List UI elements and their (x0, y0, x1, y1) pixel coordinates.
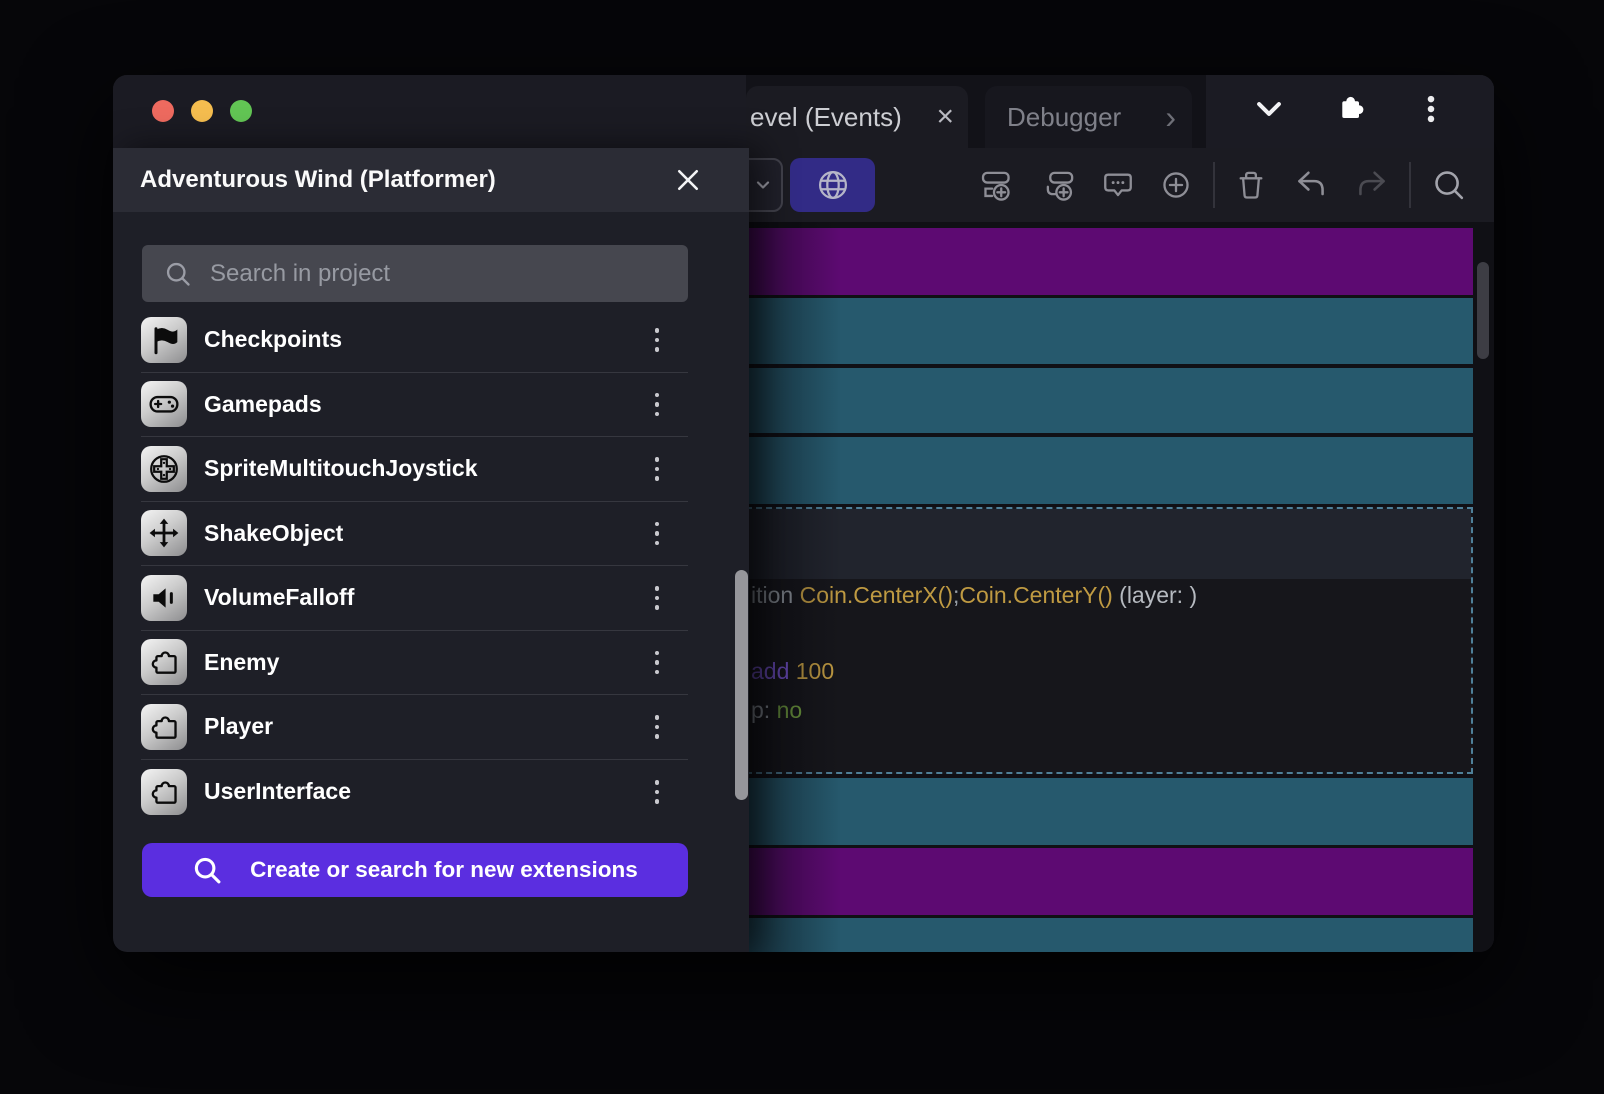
event-row[interactable] (746, 848, 1473, 915)
item-menu-kebab-icon[interactable] (644, 513, 670, 553)
create-extension-label: Create or search for new extensions (250, 857, 638, 883)
tab-debugger[interactable]: Debugger › (985, 86, 1192, 148)
list-item-volume-falloff[interactable]: VolumeFalloff (141, 566, 688, 631)
list-item-label: VolumeFalloff (204, 584, 644, 611)
search-events-button[interactable] (1431, 167, 1467, 203)
event-row[interactable] (746, 437, 1473, 504)
close-window-button[interactable] (152, 100, 174, 122)
list-item-label: UserInterface (204, 778, 644, 805)
chevron-down-icon (753, 175, 773, 195)
titlebar-actions (1206, 75, 1494, 148)
zoom-window-button[interactable] (230, 100, 252, 122)
dialog-header: Adventurous Wind (Platformer) (113, 148, 749, 212)
search-input[interactable] (208, 259, 632, 289)
close-dialog-button[interactable] (673, 165, 703, 195)
kebab-menu-icon[interactable] (1414, 92, 1448, 131)
list-item-label: Enemy (204, 649, 644, 676)
redo-button[interactable] (1354, 167, 1390, 203)
project-title: Adventurous Wind (Platformer) (140, 166, 496, 194)
list-item-label: Gamepads (204, 391, 644, 418)
list-item-label: SpriteMultitouchJoystick (204, 455, 644, 482)
list-item-label: Player (204, 713, 644, 740)
event-row-selected[interactable]: ition Coin.CenterX();Coin.CenterY() (lay… (746, 507, 1473, 774)
search-icon (164, 260, 192, 288)
move-arrows-icon (141, 510, 187, 556)
undo-button[interactable] (1293, 167, 1329, 203)
window-titlebar: evel (Events) × Debugger › (113, 75, 1494, 148)
list-item-checkpoints[interactable]: Checkpoints (141, 308, 688, 373)
project-manager-dialog: Adventurous Wind (Platformer) Checkpoint… (113, 148, 749, 952)
chevron-down-icon[interactable] (1252, 92, 1286, 131)
gamepad-icon (141, 381, 187, 427)
item-menu-kebab-icon[interactable] (644, 320, 670, 360)
add-comment-button[interactable] (1101, 168, 1135, 202)
puzzle-icon (141, 704, 187, 750)
add-circle-button[interactable] (1159, 168, 1193, 202)
chevron-right-icon: › (1165, 101, 1176, 133)
event-row[interactable] (746, 778, 1473, 845)
tab-level-events-label: evel (Events) (750, 102, 902, 133)
list-item-enemy[interactable]: Enemy (141, 631, 688, 696)
toolbar-divider (1409, 162, 1411, 208)
search-icon (192, 855, 222, 885)
item-menu-kebab-icon[interactable] (644, 772, 670, 812)
list-item-user-interface[interactable]: UserInterface (141, 760, 688, 825)
delete-button[interactable] (1234, 168, 1268, 202)
add-event-button[interactable] (980, 168, 1014, 202)
close-x-icon (673, 165, 703, 195)
tab-level-events[interactable]: evel (Events) × (746, 86, 968, 148)
puzzle-icon (141, 639, 187, 685)
item-menu-kebab-icon[interactable] (644, 707, 670, 747)
event-conditions-area (748, 509, 1471, 579)
list-item-sprite-multitouch-joystick[interactable]: SpriteMultitouchJoystick (141, 437, 688, 502)
globe-network-button[interactable] (790, 158, 875, 212)
dialog-scrollbar[interactable] (735, 570, 748, 800)
item-menu-kebab-icon[interactable] (644, 449, 670, 489)
tab-debugger-label: Debugger (1007, 102, 1121, 133)
list-item-label: Checkpoints (204, 326, 644, 353)
event-row[interactable] (746, 368, 1473, 433)
list-item-shake-object[interactable]: ShakeObject (141, 502, 688, 567)
events-scrollbar[interactable] (1477, 262, 1489, 359)
event-row[interactable] (746, 298, 1473, 364)
speaker-icon (141, 575, 187, 621)
extensions-list: Checkpoints Gamepads (141, 308, 688, 824)
globe-icon (815, 167, 851, 203)
item-menu-kebab-icon[interactable] (644, 578, 670, 618)
project-search[interactable] (142, 245, 688, 302)
toolbar-divider (1213, 162, 1215, 208)
event-action-text: p: no (751, 697, 802, 724)
puzzle-icon (141, 769, 187, 815)
item-menu-kebab-icon[interactable] (644, 642, 670, 682)
event-action-text: add 100 (751, 658, 834, 685)
desktop-background: evel (Events) × Debugger › (0, 0, 1604, 1094)
list-item-gamepads[interactable]: Gamepads (141, 373, 688, 438)
event-row[interactable] (746, 918, 1473, 952)
flag-icon (141, 317, 187, 363)
extensions-puzzle-icon[interactable] (1332, 91, 1368, 132)
add-subevent-button[interactable] (1043, 168, 1077, 202)
list-item-label: ShakeObject (204, 520, 644, 547)
event-action-text: ition Coin.CenterX();Coin.CenterY() (lay… (751, 582, 1197, 609)
minimize-window-button[interactable] (191, 100, 213, 122)
joystick-icon (141, 446, 187, 492)
list-item-player[interactable]: Player (141, 695, 688, 760)
app-window: evel (Events) × Debugger › (113, 75, 1494, 952)
item-menu-kebab-icon[interactable] (644, 384, 670, 424)
event-row[interactable] (746, 228, 1473, 295)
close-tab-icon[interactable]: × (936, 102, 954, 132)
create-extension-button[interactable]: Create or search for new extensions (142, 843, 688, 897)
